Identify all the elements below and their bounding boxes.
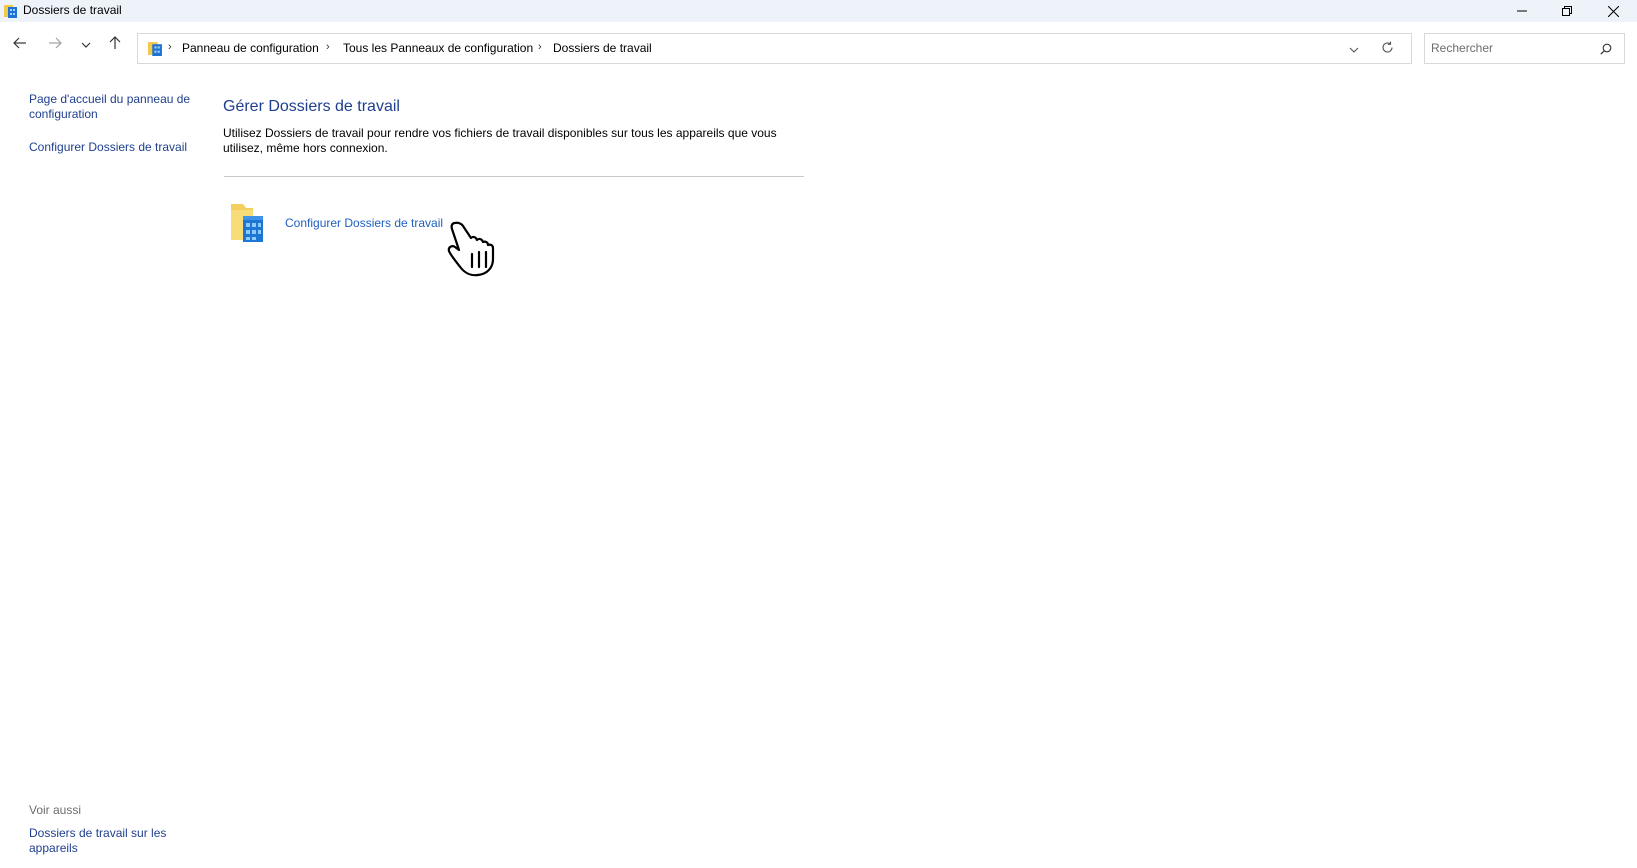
sidebar-link-home[interactable]: Page d'accueil du panneau de configurati… [29, 92, 194, 122]
forward-button[interactable] [43, 32, 67, 56]
refresh-button[interactable] [1378, 40, 1396, 58]
close-button[interactable] [1590, 0, 1636, 22]
maximize-button[interactable] [1544, 0, 1590, 22]
search-icon[interactable] [1598, 41, 1614, 57]
work-folders-app-icon [4, 4, 18, 18]
work-folders-icon [148, 41, 163, 56]
page-description: Utilisez Dossiers de travail pour rendre… [223, 126, 777, 155]
breadcrumb-tous-les-panneaux[interactable]: Tous les Panneaux de configuration [343, 41, 533, 55]
title-bar: Dossiers de travail [0, 0, 1637, 22]
back-button[interactable] [8, 32, 32, 56]
chevron-down-icon [1349, 42, 1359, 56]
breadcrumb-dossiers-de-travail[interactable]: Dossiers de travail [553, 41, 652, 55]
arrow-left-icon [13, 37, 27, 52]
window: Dossiers de travail › Panneau de configu… [0, 0, 1637, 868]
recent-locations-button[interactable] [74, 32, 98, 56]
arrow-up-icon [109, 35, 121, 53]
chevron-right-icon[interactable]: › [538, 41, 542, 53]
breadcrumb-panneau-de-configuration[interactable]: Panneau de configuration [182, 41, 319, 55]
sidebar-link-configure[interactable]: Configurer Dossiers de travail [29, 140, 194, 155]
restore-icon [1562, 6, 1572, 16]
address-dropdown-button[interactable] [1345, 40, 1363, 58]
hand-cursor-icon [445, 220, 497, 278]
minimize-icon [1517, 6, 1527, 16]
search-box[interactable] [1424, 33, 1625, 64]
refresh-icon [1381, 41, 1394, 57]
configure-work-folders-link[interactable]: Configurer Dossiers de travail [285, 216, 443, 230]
search-input[interactable] [1431, 39, 1591, 57]
arrow-right-icon [48, 37, 62, 52]
minimize-button[interactable] [1499, 0, 1545, 22]
divider [224, 176, 804, 177]
see-also-heading: Voir aussi [29, 803, 82, 817]
chevron-right-icon[interactable]: › [168, 41, 172, 53]
see-also-link-devices[interactable]: Dossiers de travail sur les appareils [29, 826, 179, 856]
up-button[interactable] [103, 32, 127, 56]
page-title: Gérer Dossiers de travail [223, 98, 400, 115]
work-folders-icon[interactable] [229, 200, 267, 244]
close-icon [1607, 5, 1619, 17]
chevron-right-icon[interactable]: › [326, 41, 330, 53]
window-title: Dossiers de travail [23, 3, 122, 17]
navigation-bar: › Panneau de configuration › Tous les Pa… [0, 22, 1637, 66]
address-bar[interactable]: › Panneau de configuration › Tous les Pa… [137, 33, 1412, 64]
chevron-down-icon [81, 37, 91, 51]
